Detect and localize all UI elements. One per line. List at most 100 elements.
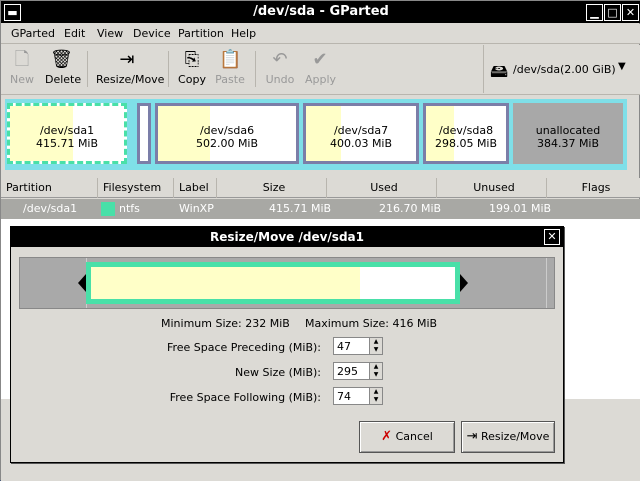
copy-label: Copy [178,73,206,86]
partition-name: /dev/sda1 [39,124,95,137]
filesystem-color-swatch [101,202,115,216]
newsize-spinbox[interactable]: 295 ▲ ▼ [333,362,383,380]
toolbar-separator [168,51,169,87]
right-resize-handle-icon[interactable] [460,274,468,292]
partition-sda7[interactable]: /dev/sda7 400.03 MiB [303,103,419,164]
menu-device[interactable]: Device [133,27,171,40]
checkmark-icon: ✔ [312,49,328,70]
table-row[interactable]: /dev/sda1 ntfs WinXP 415.71 MiB 216.70 M… [1,199,640,219]
partition-size: 384.37 MiB [536,137,600,150]
cell-partition: /dev/sda1 [23,202,78,215]
spin-down-icon[interactable]: ▼ [370,371,382,379]
spin-down-icon[interactable]: ▼ [370,396,382,404]
menu-view[interactable]: View [97,27,123,40]
col-partition[interactable]: Partition [1,178,98,198]
resize-confirm-label: Resize/Move [480,430,550,443]
device-selector[interactable]: 🖴 /dev/sda (2.00 GiB) ▼ [483,45,639,93]
dialog-close-icon[interactable]: ✕ [544,229,560,245]
partition-table-header: Partition Filesystem Label Size Used Unu… [1,178,640,198]
menu-help[interactable]: Help [231,27,256,40]
delete-button[interactable]: 🗑 Delete [45,49,81,86]
new-button[interactable]: 🗋 New [9,49,35,86]
apply-label: Apply [305,73,337,86]
partition-size: 298.05 MiB [434,137,498,150]
dropdown-arrow-icon: ▼ [618,61,626,72]
dialog-title: Resize/Move /dev/sda1 [11,227,563,247]
partition-name: /dev/sda7 [333,124,389,137]
new-label: New [10,73,34,86]
resize-track [19,257,555,309]
spin-up-icon[interactable]: ▲ [370,338,382,346]
minimum-size-text: Minimum Size: 232 MiB [161,317,290,330]
cell-unused: 199.01 MiB [489,202,552,215]
cancel-button[interactable]: ✗ Cancel [359,421,455,453]
paste-label: Paste [215,73,245,86]
new-document-icon: 🗋 [14,49,30,70]
partition-name: unallocated [535,124,601,137]
cell-filesystem: ntfs [119,202,140,215]
delete-label: Delete [45,73,82,86]
partition-unallocated[interactable]: unallocated 384.37 MiB [513,103,623,164]
newsize-value: 295 [337,365,358,378]
left-resize-handle-icon[interactable] [78,274,86,292]
toolbar-separator [87,51,88,87]
cell-label: WinXP [179,202,214,215]
spin-up-icon[interactable]: ▲ [370,388,382,396]
partition-name: /dev/sda8 [438,124,494,137]
resize-move-confirm-button[interactable]: ⇥ Resize/Move [461,421,555,453]
window-title: /dev/sda - GParted [253,4,389,19]
partition-size: 415.71 MiB [35,137,99,150]
col-label[interactable]: Label [174,178,217,198]
col-size[interactable]: Size [217,178,327,198]
cancel-x-icon: ✗ [381,429,393,444]
copy-button[interactable]: ⎘ Copy [178,49,206,86]
resize-move-button[interactable]: ⇥ Resize/Move [96,49,164,86]
preceding-value: 47 [337,340,351,353]
copy-icon: ⎘ [184,49,200,70]
partition-sda1[interactable]: /dev/sda1 415.71 MiB [7,103,127,164]
resize-arrow-icon: ⇥ [119,49,135,70]
menu-partition[interactable]: Partition [178,27,224,40]
partition-sda6[interactable]: /dev/sda6 502.00 MiB [155,103,299,164]
maximize-icon[interactable]: □ [604,4,621,21]
close-icon[interactable]: ✕ [622,4,639,21]
resize-arrow-icon: ⇥ [466,429,478,444]
partition-resize-bar[interactable] [86,262,460,304]
menu-edit[interactable]: Edit [64,27,85,40]
following-spinbox[interactable]: 74 ▲ ▼ [333,387,383,405]
cancel-label: Cancel [395,430,433,443]
partition-size: 502.00 MiB [195,137,259,150]
partition-size: 400.03 MiB [329,137,393,150]
following-value: 74 [337,390,351,403]
col-unused[interactable]: Unused [437,178,547,198]
col-used[interactable]: Used [327,178,437,198]
trash-icon: 🗑 [50,49,73,70]
device-name: /dev/sda [513,63,561,76]
resize-label: Resize/Move [96,73,165,86]
window-menu-icon[interactable]: ▬ [4,4,21,21]
minimize-icon[interactable]: ▁ [586,4,603,21]
menu-gparted[interactable]: GParted [11,27,55,40]
undo-button[interactable]: ↶ Undo [265,49,295,86]
spin-down-icon[interactable]: ▼ [370,346,382,354]
undo-icon: ↶ [272,49,288,70]
partition-sda8[interactable]: /dev/sda8 298.05 MiB [423,103,509,164]
menubar: GParted Edit View Device Partition Help [1,24,640,44]
paste-button[interactable]: 📋 Paste [215,49,245,86]
paste-icon: 📋 [219,49,242,70]
window-titlebar: /dev/sda - GParted [1,1,640,23]
disk-map: /dev/sda1 415.71 MiB /dev/sda6 502.00 Mi… [5,99,627,170]
preceding-spinbox[interactable]: 47 ▲ ▼ [333,337,383,355]
spin-up-icon[interactable]: ▲ [370,363,382,371]
partition-extended[interactable] [137,103,151,164]
harddisk-icon: 🖴 [490,61,509,82]
undo-label: Undo [265,73,295,86]
apply-button[interactable]: ✔ Apply [305,49,337,86]
cell-size: 415.71 MiB [269,202,332,215]
col-filesystem[interactable]: Filesystem [98,178,174,198]
col-flags[interactable]: Flags [547,178,640,198]
cell-used: 216.70 MiB [379,202,442,215]
resize-move-dialog: Resize/Move /dev/sda1 ✕ Minimum Size: 23… [10,226,564,463]
track-limit-right [546,258,547,308]
newsize-label: New Size (MiB): [235,366,321,379]
